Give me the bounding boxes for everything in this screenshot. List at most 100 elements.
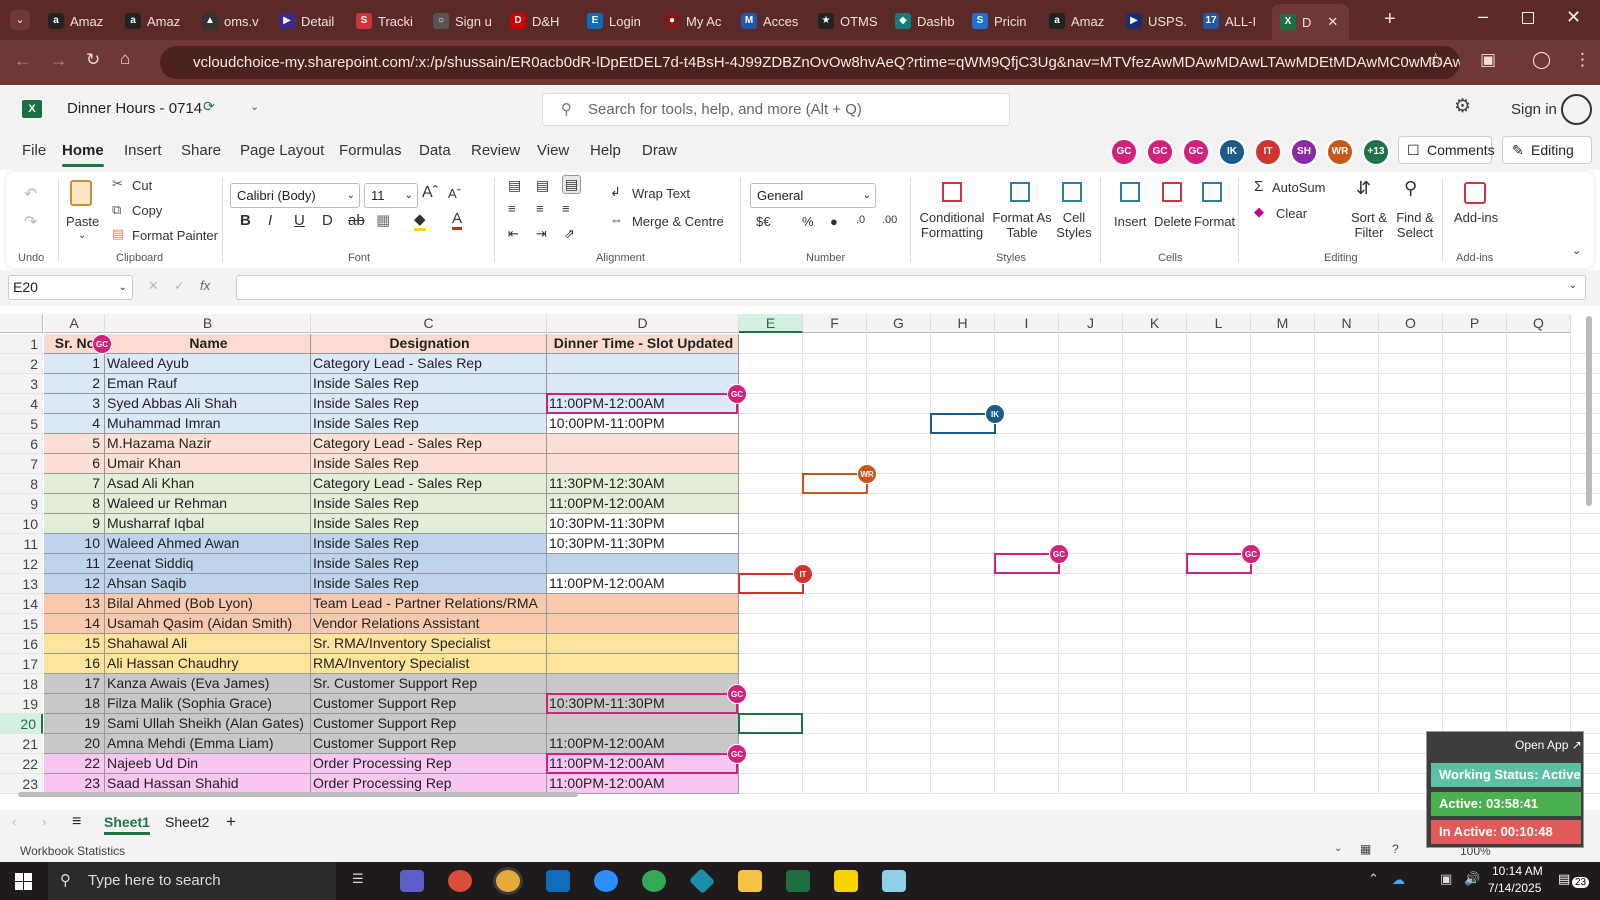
cell-name[interactable]: Usamah Qasim (Aidan Smith) xyxy=(105,614,311,634)
sheet-tab-sheet2[interactable]: Sheet2 xyxy=(165,814,209,830)
column-header[interactable]: H xyxy=(931,314,995,333)
collaborator-avatar[interactable]: GC xyxy=(1146,138,1174,166)
tab-search-icon[interactable]: ⌄ xyxy=(10,10,30,30)
tab-help[interactable]: Help xyxy=(590,142,621,159)
cell-designation[interactable]: Inside Sales Rep xyxy=(311,454,547,474)
merge-centre-icon[interactable]: ⇔ xyxy=(610,212,623,227)
presence-gc-badge[interactable]: GC xyxy=(1049,544,1069,564)
sticky-notes-icon[interactable] xyxy=(834,870,858,892)
presence-gc-badge[interactable]: GC xyxy=(92,334,112,354)
column-header[interactable]: D xyxy=(547,314,739,333)
column-header[interactable]: F xyxy=(803,314,867,333)
restore-icon[interactable] xyxy=(1522,12,1534,24)
clock-time[interactable]: 10:14 AM xyxy=(1492,864,1543,878)
collaborator-avatar[interactable]: IT xyxy=(1254,138,1282,166)
browser-tab[interactable]: S Pricin xyxy=(964,6,1041,36)
confirm-formula-icon[interactable]: ✓ xyxy=(174,278,185,294)
cancel-formula-icon[interactable]: ✕ xyxy=(148,278,159,294)
percent-icon[interactable]: % xyxy=(802,214,814,229)
row-header[interactable]: 11 xyxy=(0,534,43,554)
app-diamond-icon[interactable] xyxy=(688,867,716,895)
cell-designation[interactable]: Inside Sales Rep xyxy=(311,494,547,514)
tab-file[interactable]: File xyxy=(22,142,46,159)
cell-sr-no[interactable]: 8 xyxy=(44,494,105,514)
file-explorer-icon[interactable] xyxy=(738,870,762,892)
collaborator-avatar[interactable]: SH xyxy=(1290,138,1318,166)
cell-designation[interactable]: Inside Sales Rep xyxy=(311,554,547,574)
tab-page-layout[interactable]: Page Layout xyxy=(240,142,324,159)
cell-dinner-time[interactable]: 11:00PM-12:00AM xyxy=(547,734,739,754)
cell-sr-no[interactable]: 19 xyxy=(44,714,105,734)
chrome-icon[interactable] xyxy=(448,870,472,892)
browser-tab[interactable]: M Acces xyxy=(733,6,810,36)
cell-styles-icon[interactable] xyxy=(1062,182,1082,202)
row-header[interactable]: 17 xyxy=(0,654,43,674)
paste-button[interactable]: Paste xyxy=(66,214,99,229)
cut-icon[interactable]: ✂ xyxy=(112,176,123,192)
font-color-icon[interactable]: A xyxy=(452,210,463,230)
format-as-table-button[interactable]: Format As Table xyxy=(992,210,1052,240)
collaborator-avatar[interactable]: WR xyxy=(1326,138,1354,166)
zoom-icon[interactable] xyxy=(594,870,618,892)
cell-sr-no[interactable]: 3 xyxy=(44,394,105,414)
browser-tab[interactable]: ◆ Dashb xyxy=(887,6,964,36)
cell-sr-no[interactable]: 15 xyxy=(44,634,105,654)
spreadsheet-grid[interactable]: A B C D E F G H I J K L M N O P Q 1 2 3 4 5 6 7 8 9 10 11 12 13 14 15 16… xyxy=(0,306,1600,794)
row-header[interactable]: 12 xyxy=(0,554,43,574)
row-header[interactable]: 3 xyxy=(0,374,43,394)
active-cell-e20[interactable] xyxy=(738,713,803,734)
row-header[interactable]: 9 xyxy=(0,494,43,514)
cell-name[interactable]: Muhammad Imran xyxy=(105,414,311,434)
comma-style-icon[interactable]: ● xyxy=(830,214,838,229)
row-header[interactable]: 22 xyxy=(0,754,43,774)
row-header[interactable]: 6 xyxy=(0,434,43,454)
cell-name[interactable]: Syed Abbas Ali Shah xyxy=(105,394,311,414)
column-header[interactable]: Q xyxy=(1507,314,1571,333)
cell-sr-no[interactable]: 9 xyxy=(44,514,105,534)
format-painter-button[interactable]: Format Painter xyxy=(132,228,218,243)
column-header[interactable]: A xyxy=(44,314,105,333)
align-middle-icon[interactable]: ▤ xyxy=(536,177,549,194)
cell-name[interactable]: Eman Rauf xyxy=(105,374,311,394)
cell-dinner-time[interactable]: 10:00PM-11:00PM xyxy=(547,414,739,434)
addins-button[interactable]: Add-ins xyxy=(1454,210,1498,225)
name-box[interactable]: E20 ⌄ xyxy=(8,275,133,300)
row-header[interactable]: 19 xyxy=(0,694,43,714)
browser-tab[interactable]: ★ OTMS xyxy=(810,6,887,36)
row-header[interactable]: 10 xyxy=(0,514,43,534)
cell-designation[interactable]: Category Lead - Sales Rep xyxy=(311,474,547,494)
cell-designation[interactable]: Customer Support Rep xyxy=(311,694,547,714)
browser-tab[interactable]: a Amaz xyxy=(1041,6,1118,36)
cell-designation[interactable]: Vendor Relations Assistant xyxy=(311,614,547,634)
presence-gc-badge[interactable]: GC xyxy=(727,384,747,404)
cell-designation[interactable]: Inside Sales Rep xyxy=(311,514,547,534)
cell-dinner-time[interactable]: 11:30PM-12:30AM xyxy=(547,474,739,494)
number-format-select[interactable]: General ⌄ xyxy=(750,183,876,208)
cell-dinner-time[interactable] xyxy=(547,654,739,674)
outlook-icon[interactable] xyxy=(546,870,570,892)
cell-designation[interactable]: Category Lead - Sales Rep xyxy=(311,354,547,374)
cell-sr-no[interactable]: 12 xyxy=(44,574,105,594)
profile-icon[interactable]: ◯ xyxy=(1532,50,1551,70)
font-name-select[interactable]: Calibri (Body) ⌄ xyxy=(230,183,360,208)
open-app-link[interactable]: Open App ↗ xyxy=(1515,738,1582,752)
network-icon[interactable]: ▣ xyxy=(1440,871,1452,887)
cell-dinner-time[interactable] xyxy=(547,554,739,574)
cell-name[interactable]: Musharraf Iqbal xyxy=(105,514,311,534)
forward-icon[interactable]: → xyxy=(50,51,67,71)
align-right-icon[interactable]: ≡ xyxy=(562,201,570,216)
insert-cells-button[interactable]: Insert xyxy=(1114,214,1147,229)
document-title[interactable]: Dinner Hours - 0714 xyxy=(67,100,202,117)
cell-sr-no[interactable]: 14 xyxy=(44,614,105,634)
column-header[interactable]: E xyxy=(739,314,803,333)
sheet-tab-sheet1[interactable]: Sheet1 xyxy=(104,814,150,835)
cell-dinner-time[interactable] xyxy=(547,614,739,634)
borders-icon[interactable]: ▦ xyxy=(376,211,390,229)
italic-button[interactable]: I xyxy=(268,212,272,229)
workbook-statistics[interactable]: Workbook Statistics xyxy=(20,844,125,858)
row-header[interactable]: 20 xyxy=(0,714,43,734)
teams-icon[interactable] xyxy=(400,870,424,892)
tab-data[interactable]: Data xyxy=(419,142,451,159)
browser-tab[interactable]: a Amaz xyxy=(40,6,117,36)
cell-sr-no[interactable]: 7 xyxy=(44,474,105,494)
